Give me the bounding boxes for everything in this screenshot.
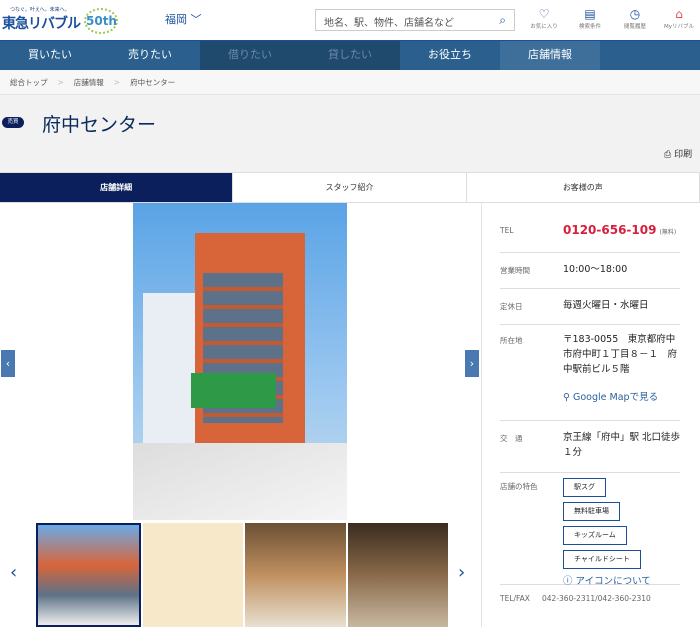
telfax-label: TEL/FAX	[500, 594, 530, 603]
feature-badge: キッズルーム	[563, 526, 627, 545]
address-label: 所在地	[500, 336, 523, 345]
search-icon[interactable]: ⌕	[499, 13, 506, 28]
address-value: 〒183-0055 東京都府中市府中町１丁目８－１ 府中駅前ビル５階	[563, 334, 678, 375]
region-label: 福岡	[165, 13, 187, 26]
tab-reviews[interactable]: お客様の声	[467, 173, 700, 202]
access-label: 交 通	[500, 434, 523, 443]
category-badge: 売買	[2, 117, 24, 128]
nav-useful[interactable]: お役立ち	[400, 41, 500, 70]
thumbnail-interior[interactable]	[245, 523, 346, 627]
history-icon: ◷	[629, 7, 641, 21]
search-conditions-label: 検索条件	[578, 24, 601, 30]
tab-staff[interactable]: スタッフ紹介	[233, 173, 467, 202]
print-button[interactable]: ⎙ 印刷	[664, 147, 692, 160]
search-conditions-icon: ▤	[584, 7, 596, 21]
nav-stores[interactable]: 店舗情報	[500, 41, 600, 70]
logo-tagline: つなぐ。叶えへ。未来へ。	[10, 7, 70, 13]
google-map-link[interactable]: ⚲ Google Mapで見る	[563, 390, 683, 405]
feature-badge: 無料駐車場	[563, 502, 620, 521]
thumbnail-meeting-room[interactable]	[347, 523, 448, 627]
feature-badge: 駅スグ	[563, 478, 606, 497]
region-selector[interactable]: 福岡 ﹀	[165, 11, 202, 27]
hours-label: 営業時間	[500, 266, 530, 275]
history-label: 閲覧履歴	[623, 24, 646, 30]
telfax-value: 042-360-2311/042-360-2310	[542, 594, 651, 603]
thumbnail-strip	[36, 523, 448, 627]
header: つなぐ。叶えへ。未来へ。 東急リバブル 50th 福岡 ﹀ 地名、駅、物件、店舗…	[0, 0, 700, 40]
next-photo-button[interactable]: ›	[465, 350, 479, 377]
tab-store-details[interactable]: 店舗詳細	[0, 173, 234, 202]
my-livable-label: Myリバブル	[663, 24, 694, 30]
favorite-label: お気に入り	[530, 24, 558, 30]
store-tabs: 店舗詳細 スタッフ紹介 お客様の声	[0, 172, 700, 203]
breadcrumb-stores[interactable]: 店舗情報	[74, 78, 104, 87]
page-title: 府中センター	[42, 114, 157, 136]
breadcrumb-top[interactable]: 総合トップ	[10, 78, 48, 87]
access-value: 京王線「府中」駅 北口徒歩１分	[563, 432, 681, 458]
thumbs-prev-icon[interactable]: ‹	[10, 562, 17, 583]
print-label: 印刷	[674, 150, 693, 160]
store-info-panel: TEL 0120-656-109 (無料) 営業時間 10:00〜18:00 定休日…	[481, 203, 700, 627]
tel-number[interactable]: 0120-656-109	[563, 223, 656, 237]
map-link-label: Google Mapで見る	[573, 392, 659, 403]
search-conditions-button[interactable]: ▤ 検索条件	[567, 6, 613, 30]
thumbnail-building[interactable]	[36, 523, 141, 627]
tel-label: TEL	[500, 226, 514, 235]
nav-rent[interactable]: 借りたい	[200, 41, 300, 70]
store-photo	[133, 203, 347, 520]
favorite-button[interactable]: ♡ お気に入り	[521, 6, 567, 30]
breadcrumb-current: 府中センター	[130, 78, 176, 87]
nav-lease[interactable]: 貸したい	[300, 41, 400, 70]
my-livable-button[interactable]: ⌂ Myリバブル	[656, 6, 700, 30]
my-livable-icon: ⌂	[675, 7, 683, 21]
features-label: 店舗の特色	[500, 482, 538, 491]
chevron-down-icon: ﹀	[190, 13, 202, 26]
history-button[interactable]: ◷ 閲覧履歴	[612, 6, 658, 30]
thumbs-next-icon[interactable]: ›	[458, 562, 465, 583]
printer-icon: ⎙	[664, 150, 672, 160]
anniversary-logo: 50th	[84, 8, 118, 34]
hours-value: 10:00〜18:00	[563, 264, 628, 275]
prev-photo-button[interactable]: ‹	[1, 350, 15, 377]
tel-note: (無料)	[659, 229, 677, 236]
search-input[interactable]: 地名、駅、物件、店舗名など ⌕	[315, 9, 515, 31]
thumbnail-map[interactable]	[142, 523, 243, 627]
chevron-right-icon: ›	[469, 357, 475, 370]
nav-buy[interactable]: 買いたい	[0, 41, 100, 70]
holiday-label: 定休日	[500, 302, 523, 311]
breadcrumb: 総合トップ > 店舗情報 > 府中センター	[0, 70, 700, 95]
feature-badge: チャイルドシート	[563, 550, 641, 569]
main-nav: 買いたい 売りたい 借りたい 貸したい お役立ち 店舗情報	[0, 40, 700, 70]
chevron-left-icon: ‹	[5, 357, 11, 370]
logo[interactable]: 東急リバブル	[2, 13, 81, 33]
favorite-icon: ♡	[538, 7, 550, 21]
search-placeholder: 地名、駅、物件、店舗名など	[324, 18, 454, 29]
nav-sell[interactable]: 売りたい	[100, 41, 200, 70]
map-pin-icon: ⚲	[563, 392, 570, 403]
holiday-value: 毎週火曜日・水曜日	[563, 300, 649, 311]
